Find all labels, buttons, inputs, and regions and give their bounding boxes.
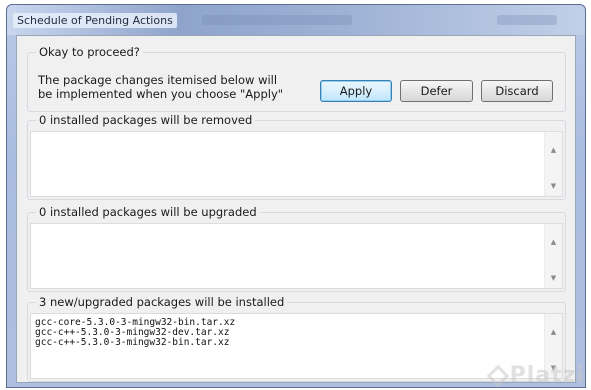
platzi-watermark: Platzi bbox=[486, 363, 585, 388]
scroll-up-arrow-icon[interactable]: ▲ bbox=[545, 238, 562, 246]
watermark-text: Platzi bbox=[509, 363, 585, 388]
confirm-legend: Okay to proceed? bbox=[36, 45, 143, 59]
background-window-title-blur bbox=[202, 15, 352, 25]
installed-list[interactable]: gcc-core-5.3.0-3-mingw32-bin.tar.xz gcc-… bbox=[30, 313, 563, 379]
discard-button[interactable]: Discard bbox=[481, 80, 553, 102]
upgraded-list[interactable]: ▲ ▼ bbox=[30, 223, 563, 289]
upgraded-group: 0 installed packages will be upgraded ▲ … bbox=[27, 205, 566, 292]
scroll-down-arrow-icon[interactable]: ▼ bbox=[545, 274, 562, 282]
removed-list[interactable]: ▲ ▼ bbox=[30, 131, 563, 197]
pending-actions-window: Schedule of Pending Actions Okay to proc… bbox=[6, 4, 586, 388]
confirm-message-line-1: The package changes itemised below will bbox=[38, 73, 278, 87]
scroll-up-arrow-icon[interactable]: ▲ bbox=[545, 328, 562, 336]
list-item[interactable]: gcc-c++-5.3.0-3-mingw32-bin.tar.xz bbox=[35, 338, 235, 348]
defer-button[interactable]: Defer bbox=[400, 80, 473, 102]
confirm-group: Okay to proceed? The package changes ite… bbox=[27, 45, 566, 112]
apply-button[interactable]: Apply bbox=[320, 80, 392, 102]
scroll-up-arrow-icon[interactable]: ▲ bbox=[545, 146, 562, 154]
background-window-controls-blur bbox=[497, 15, 557, 25]
dialog-client-area: Okay to proceed? The package changes ite… bbox=[16, 35, 576, 383]
confirm-message-line-2: be implemented when you choose "Apply" bbox=[38, 87, 284, 101]
title-bar[interactable]: Schedule of Pending Actions bbox=[7, 5, 585, 35]
installed-group: 3 new/upgraded packages will be installe… bbox=[27, 295, 566, 382]
platzi-logo-icon bbox=[486, 364, 509, 388]
window-title: Schedule of Pending Actions bbox=[13, 13, 177, 28]
upgraded-scrollbar[interactable]: ▲ ▼ bbox=[544, 224, 562, 288]
confirm-message: The package changes itemised below will … bbox=[38, 73, 283, 101]
installed-legend: 3 new/upgraded packages will be installe… bbox=[36, 295, 288, 309]
scroll-down-arrow-icon[interactable]: ▼ bbox=[545, 182, 562, 190]
removed-scrollbar[interactable]: ▲ ▼ bbox=[544, 132, 562, 196]
upgraded-legend: 0 installed packages will be upgraded bbox=[36, 205, 260, 219]
removed-legend: 0 installed packages will be removed bbox=[36, 113, 256, 127]
installed-items: gcc-core-5.3.0-3-mingw32-bin.tar.xz gcc-… bbox=[35, 318, 235, 348]
removed-group: 0 installed packages will be removed ▲ ▼ bbox=[27, 113, 566, 200]
